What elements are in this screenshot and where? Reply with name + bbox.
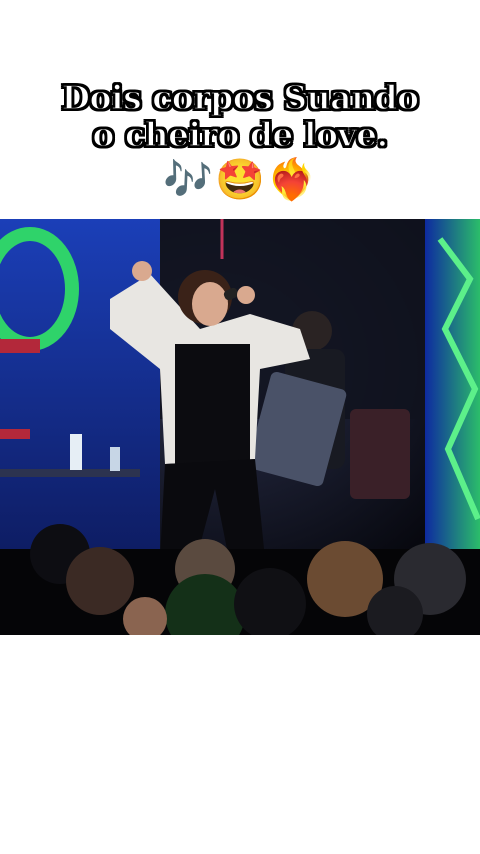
caption-line-2: o cheiro de love. [92, 114, 389, 154]
concert-scene-image [0, 219, 480, 635]
musical-notes-icon: 🎶 [163, 156, 214, 203]
caption-emoji-row: 🎶🤩❤️‍🔥 [0, 158, 480, 202]
star-struck-face-icon: 🤩 [215, 156, 265, 203]
concert-video-frame[interactable] [0, 219, 480, 635]
heart-on-fire-icon: ❤️‍🔥 [266, 156, 317, 203]
caption-line-1: Dois corpos Suando [61, 78, 420, 117]
video-caption: Dois corpos Suando o cheiro de love. 🎶🤩❤… [0, 78, 480, 202]
